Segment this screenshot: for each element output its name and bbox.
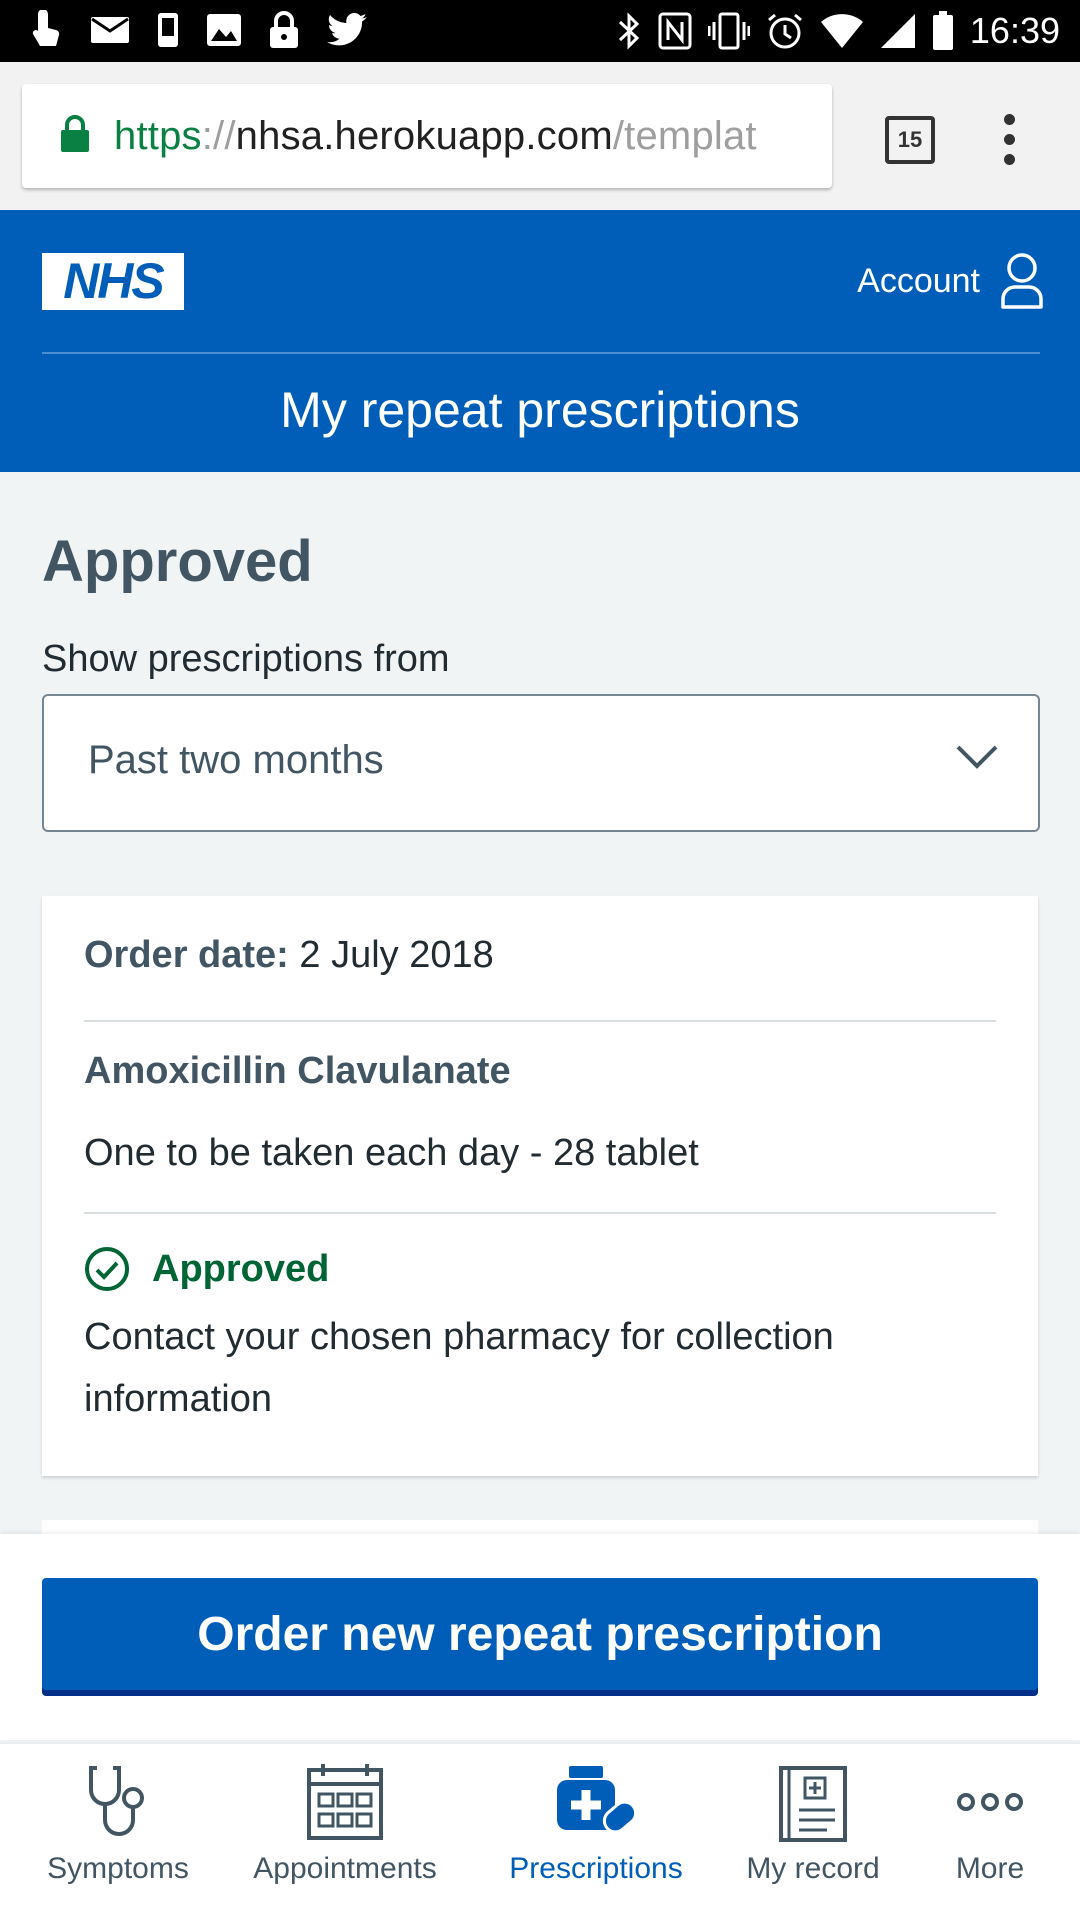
phone-icon [158,13,178,47]
browser-toolbar: https://nhsa.herokuapp.com/templat 15 [0,62,1080,210]
tab-prescriptions[interactable]: Prescriptions [496,1762,696,1886]
medication-dosage: One to be taken each day - 28 tablet [84,1132,699,1174]
clock: 16:39 [969,10,1060,51]
tab-label: My record [746,1852,880,1885]
status-row: Approved [84,1246,329,1292]
bluetooth-icon [618,12,640,50]
mail-icon [91,17,129,43]
tab-my-record[interactable]: My record [738,1762,888,1886]
prescription-card: Order date: 2 July 2018 Amoxicillin Clav… [42,896,1038,1476]
filter-label: Show prescriptions from [42,638,450,680]
secure-lock-icon [61,115,89,152]
account-label: Account [857,261,980,300]
twitter-icon [327,13,367,46]
chevron-down-icon [956,745,998,769]
wifi-icon [820,14,863,48]
tab-switcher-button[interactable]: 15 [885,116,935,164]
stethoscope-icon [89,1766,144,1836]
battery-icon [932,11,953,50]
nfc-icon [658,12,692,50]
status-bar: 16:39 [0,0,1080,62]
app-header: NHS Account My repeat prescriptions [0,210,1080,472]
page-title: My repeat prescriptions [280,382,800,438]
period-select-value: Past two months [88,738,384,782]
section-heading: Approved [42,529,313,594]
status-badge: Approved [152,1247,330,1290]
tab-symptoms[interactable]: Symptoms [38,1762,198,1886]
medical-record-icon [779,1766,847,1842]
card-divider [84,1020,996,1022]
touch-icon [32,10,60,46]
medication-name: Amoxicillin Clavulanate [84,1050,511,1092]
order-new-prescription-button[interactable]: Order new repeat prescription [42,1578,1038,1690]
tab-label: Symptoms [47,1852,189,1885]
bottom-nav: Symptoms Appointments Prescriptions My r… [0,1742,1080,1922]
account-link[interactable]: Account [857,252,1044,310]
address-bar[interactable]: https://nhsa.herokuapp.com/templat [22,84,832,188]
header-divider [42,352,1040,354]
order-date-value: 2 July 2018 [288,934,494,976]
status-bar-notifications [24,10,368,50]
signal-icon [880,14,915,48]
check-circle-icon [85,1247,129,1291]
period-select[interactable]: Past two months [42,694,1040,832]
browser-menu-icon[interactable] [1004,114,1016,174]
tab-label: Prescriptions [509,1852,683,1885]
tab-label: More [955,1852,1025,1885]
padlock-icon [270,11,298,48]
card-divider [84,1212,996,1214]
image-icon [207,14,241,46]
order-date: Order date: 2 July 2018 [84,934,494,977]
order-panel: Order new repeat prescription [0,1534,1080,1740]
url-text: https://nhsa.herokuapp.com/templat [114,114,757,158]
tab-appointments[interactable]: Appointments [240,1762,450,1886]
user-icon [1001,253,1043,309]
vibrate-icon [707,12,750,50]
more-dots-icon [957,1793,1023,1811]
status-bar-system: 16:39 [616,10,1060,52]
status-info: Contact your chosen pharmacy for collect… [84,1316,834,1420]
tab-more[interactable]: More [930,1762,1050,1886]
alarm-icon [767,13,802,49]
tab-label: Appointments [253,1852,437,1885]
order-date-label: Order date: [84,934,289,976]
calendar-icon [307,1764,383,1840]
nhs-logo[interactable]: NHS [42,253,184,310]
prescription-bottle-icon [557,1766,638,1834]
